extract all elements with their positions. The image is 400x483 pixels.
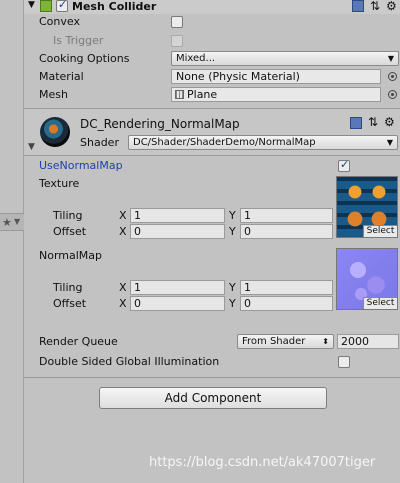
texture-select-button[interactable]: Select <box>363 225 397 237</box>
use-normal-map-label: UseNormalMap <box>39 159 123 172</box>
x-label: X <box>119 281 127 294</box>
normalmap-select-button[interactable]: Select <box>363 297 397 309</box>
gear-icon[interactable]: ⚙ <box>386 0 397 13</box>
render-queue-mode: From Shader <box>242 336 306 347</box>
chevron-down-icon: ▼ <box>14 217 21 226</box>
render-queue-dropdown[interactable]: From Shader ⬍ <box>237 334 334 349</box>
normalmap-offset-label: Offset <box>53 297 87 310</box>
convex-label: Convex <box>39 15 80 28</box>
normalmap-tiling-label: Tiling <box>53 281 83 294</box>
dropdown-arrow-icon: ⬍ <box>322 337 329 346</box>
texture-thumbnail[interactable]: Select <box>336 176 398 238</box>
cooking-options-label: Cooking Options <box>39 52 130 65</box>
material-label: Material <box>39 70 84 83</box>
x-label: X <box>119 297 127 310</box>
texture-tiling-label: Tiling <box>53 209 83 222</box>
cooking-options-dropdown[interactable]: Mixed... ▼ <box>171 51 399 66</box>
preset-icon[interactable]: ⇅ <box>370 0 380 13</box>
texture-offset-label: Offset <box>53 225 87 238</box>
preset-icon[interactable]: ⇅ <box>368 115 378 129</box>
render-queue-input[interactable]: 2000 <box>337 334 399 349</box>
render-queue-label: Render Queue <box>39 335 118 348</box>
mesh-collider-icon <box>40 0 52 12</box>
left-strip-tab[interactable]: ★ ▼ <box>0 213 24 231</box>
gear-icon[interactable]: ⚙ <box>384 115 395 129</box>
divider <box>24 377 400 378</box>
cooking-options-value: Mixed... <box>176 53 216 64</box>
watermark-text: https://blog.csdn.net/ak47007tiger <box>149 455 376 470</box>
add-component-button[interactable]: Add Component <box>99 387 327 409</box>
help-book-icon[interactable] <box>352 0 364 12</box>
shader-value: DC/Shader/ShaderDemo/NormalMap <box>133 137 316 148</box>
texture-tiling-y-input[interactable]: 1 <box>240 208 333 223</box>
material-value: None (Physic Material) <box>176 70 300 83</box>
mesh-value: Plane <box>187 88 218 101</box>
shader-label: Shader <box>80 136 119 149</box>
mesh-label: Mesh <box>39 88 68 101</box>
texture-offset-x-input[interactable]: 0 <box>130 224 225 239</box>
divider <box>24 155 400 156</box>
x-label: X <box>119 225 127 238</box>
material-preview-icon <box>40 117 70 147</box>
y-label: Y <box>229 297 236 310</box>
mesh-grid-icon <box>175 90 184 99</box>
dropdown-arrow-icon: ▼ <box>387 54 394 63</box>
material-field[interactable]: None (Physic Material) <box>171 69 381 84</box>
foldout-arrow-icon[interactable]: ▼ <box>28 0 35 10</box>
convex-checkbox[interactable] <box>171 16 183 28</box>
y-label: Y <box>229 281 236 294</box>
is-trigger-label: Is Trigger <box>53 34 104 47</box>
foldout-arrow-icon[interactable]: ▼ <box>28 142 35 152</box>
use-normal-map-checkbox[interactable] <box>338 158 350 172</box>
y-label: Y <box>229 209 236 222</box>
x-label: X <box>119 209 127 222</box>
mesh-collider-header[interactable]: ▼ Mesh Collider ⇅ ⚙ <box>24 0 400 14</box>
texture-label: Texture <box>39 177 80 190</box>
double-sided-gi-label: Double Sided Global Illumination <box>39 355 220 368</box>
material-name: DC_Rendering_NormalMap <box>80 117 240 131</box>
normalmap-label: NormalMap <box>39 249 103 262</box>
mesh-field[interactable]: Plane <box>171 87 381 102</box>
object-picker-icon[interactable] <box>388 72 397 81</box>
normalmap-tiling-y-input[interactable]: 1 <box>240 280 333 295</box>
object-picker-icon[interactable] <box>388 90 397 99</box>
help-book-icon[interactable] <box>350 117 362 129</box>
normalmap-offset-x-input[interactable]: 0 <box>130 296 225 311</box>
normalmap-thumbnail[interactable]: Select <box>336 248 398 310</box>
component-title: Mesh Collider <box>72 0 157 13</box>
star-icon: ★ <box>2 216 12 229</box>
texture-offset-y-input[interactable]: 0 <box>240 224 333 239</box>
dropdown-arrow-icon: ▼ <box>386 138 393 147</box>
y-label: Y <box>229 225 236 238</box>
double-sided-gi-checkbox[interactable] <box>338 356 350 368</box>
texture-tiling-x-input[interactable]: 1 <box>130 208 225 223</box>
normalmap-tiling-x-input[interactable]: 1 <box>130 280 225 295</box>
is-trigger-checkbox <box>171 35 183 47</box>
left-panel-strip <box>0 0 24 483</box>
shader-dropdown[interactable]: DC/Shader/ShaderDemo/NormalMap ▼ <box>128 135 398 150</box>
normalmap-offset-y-input[interactable]: 0 <box>240 296 333 311</box>
material-header: DC_Rendering_NormalMap Shader DC/Shader/… <box>24 109 400 155</box>
mesh-collider-enabled-checkbox[interactable] <box>56 0 68 12</box>
